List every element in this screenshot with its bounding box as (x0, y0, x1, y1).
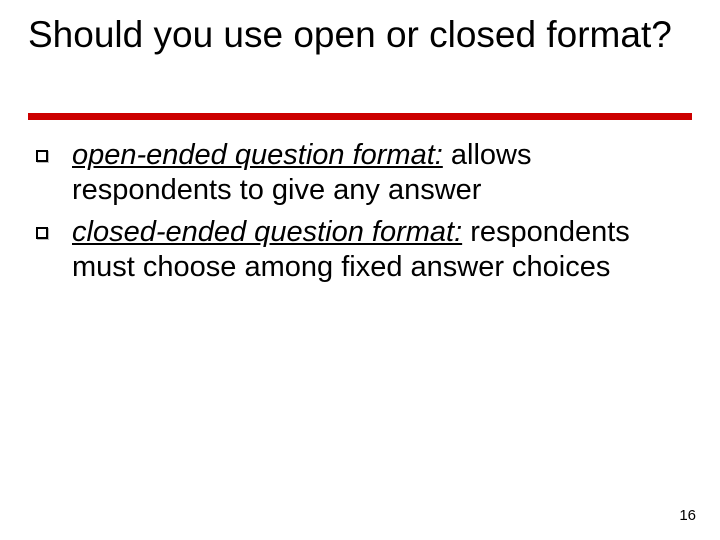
page-number: 16 (679, 507, 696, 524)
list-item: open-ended question format: allows respo… (36, 138, 676, 209)
slide-title: Should you use open or closed format? (28, 14, 692, 57)
list-item: closed-ended question format: respondent… (36, 215, 676, 286)
list-item-text: open-ended question format: allows respo… (72, 138, 676, 209)
slide: Should you use open or closed format? op… (0, 0, 720, 540)
term: open-ended question format: (72, 139, 443, 171)
term: closed-ended question format: (72, 216, 462, 248)
square-bullet-icon (36, 150, 48, 162)
list-item-text: closed-ended question format: respondent… (72, 215, 676, 286)
title-underline (28, 113, 692, 120)
body-content: open-ended question format: allows respo… (36, 138, 676, 292)
square-bullet-icon (36, 227, 48, 239)
